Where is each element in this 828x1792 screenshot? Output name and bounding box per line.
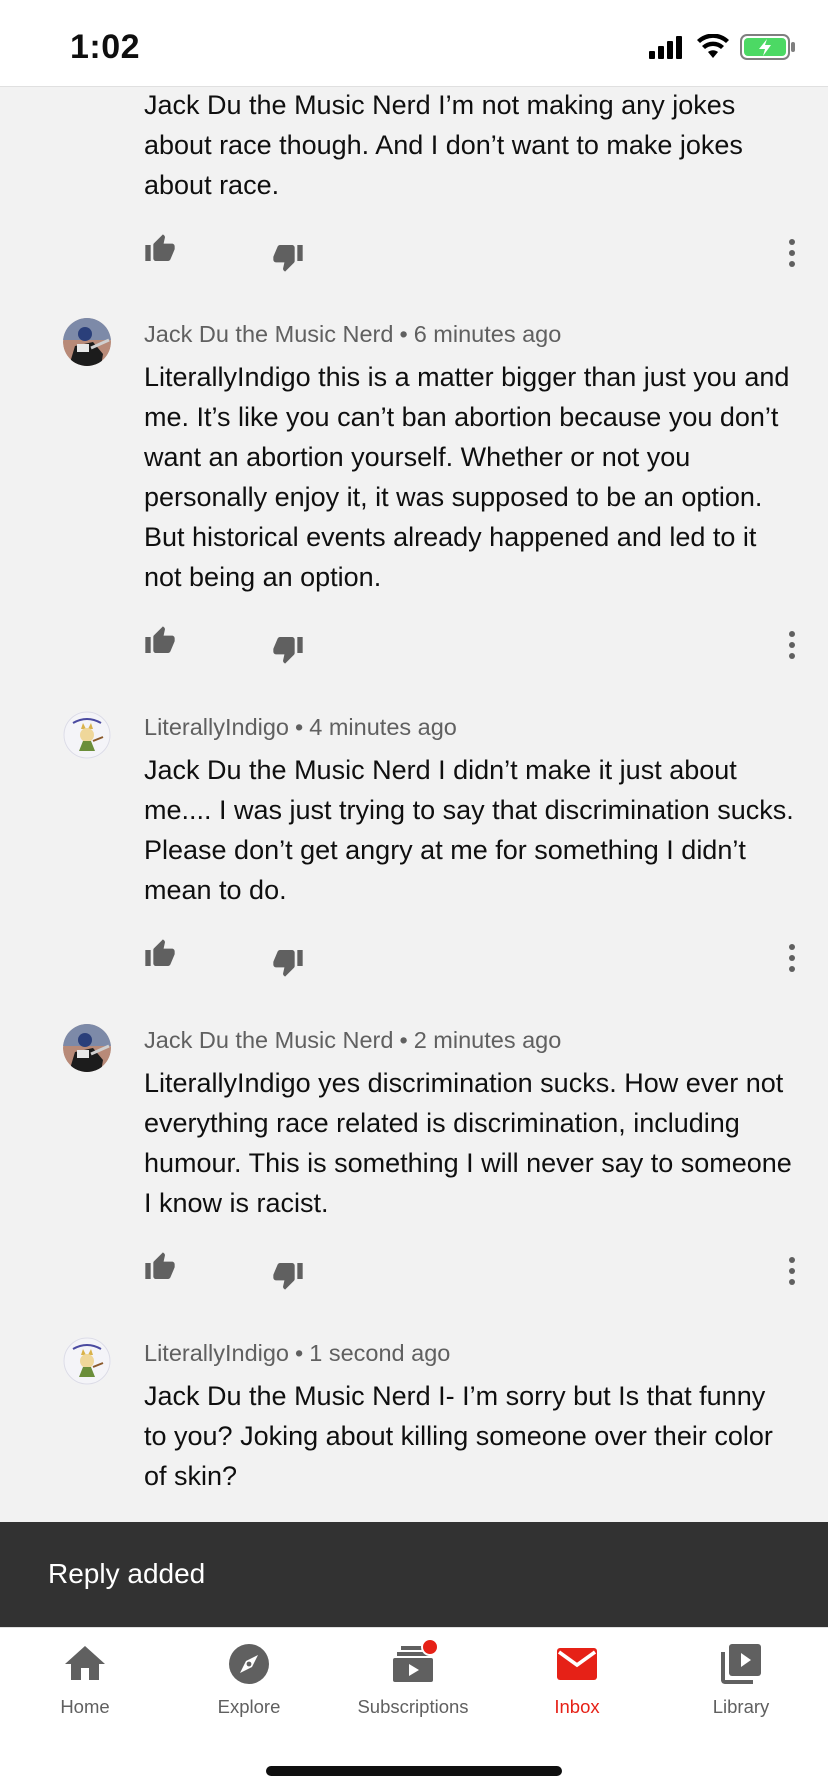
comment-time: 2 minutes ago (413, 1027, 562, 1053)
bottom-nav: Home Explore Subscriptions Inbox Library (0, 1627, 828, 1792)
nav-inbox[interactable]: Inbox (495, 1640, 659, 1740)
status-icons (648, 34, 796, 60)
nav-home[interactable]: Home (3, 1640, 167, 1740)
notification-dot (421, 1638, 439, 1656)
dislike-icon[interactable] (272, 633, 304, 665)
dislike-icon[interactable] (272, 946, 304, 978)
literallyindigo-avatar[interactable] (63, 711, 111, 759)
comment-meta: LiterallyIndigo • 4 minutes ago (144, 714, 457, 740)
more-options-icon[interactable] (778, 627, 806, 663)
comment-author[interactable]: LiterallyIndigo (144, 1340, 289, 1366)
comment-time: 1 second ago (309, 1340, 451, 1366)
more-options-icon[interactable] (778, 1253, 806, 1289)
snackbar: Reply added (0, 1522, 828, 1627)
like-icon[interactable] (144, 938, 176, 970)
nav-label: Explore (217, 1696, 281, 1717)
comment-meta: Jack Du the Music Nerd • 2 minutes ago (144, 1027, 562, 1053)
comment-actions (0, 233, 828, 273)
nav-label: Home (60, 1696, 110, 1717)
comment-text: Jack Du the Music Nerd I- I’m sorry but … (144, 1381, 773, 1491)
compass-icon (225, 1640, 273, 1688)
status-bar: 1:02 (0, 0, 828, 87)
wifi-icon (697, 34, 729, 58)
jack-du-avatar[interactable] (63, 1024, 111, 1072)
comment-author[interactable]: Jack Du the Music Nerd (144, 1027, 393, 1053)
more-options-icon[interactable] (778, 235, 806, 271)
nav-subscriptions[interactable]: Subscriptions (331, 1638, 495, 1740)
nav-label: Library (712, 1696, 770, 1717)
home-indicator (266, 1766, 562, 1776)
comment-text: LiterallyIndigo this is a matter bigger … (144, 362, 790, 592)
status-time: 1:02 (70, 28, 141, 66)
comment-actions (0, 938, 828, 978)
comment-text: Jack Du the Music Nerd I’m not making an… (144, 90, 743, 200)
dislike-icon[interactable] (272, 1259, 304, 1291)
comment-time: 6 minutes ago (413, 321, 562, 347)
screen: 1:02 Jack Du the Music Nerd I’m not maki… (0, 0, 828, 1792)
literallyindigo-avatar[interactable] (63, 1337, 111, 1385)
jack-du-avatar[interactable] (63, 318, 111, 366)
battery-icon (740, 34, 795, 60)
nav-label: Inbox (554, 1696, 600, 1717)
home-icon (61, 1640, 109, 1688)
comment-text: Jack Du the Music Nerd I didn’t make it … (144, 755, 794, 905)
nav-library[interactable]: Library (659, 1640, 823, 1740)
comment-text: LiterallyIndigo yes discrimination sucks… (144, 1068, 792, 1218)
comment-author[interactable]: Jack Du the Music Nerd (144, 321, 393, 347)
nav-label: Subscriptions (357, 1696, 469, 1717)
library-icon (717, 1640, 765, 1688)
comment-meta: LiterallyIndigo • 1 second ago (144, 1340, 451, 1366)
more-options-icon[interactable] (778, 940, 806, 976)
signal-icon (649, 36, 682, 59)
like-icon[interactable] (144, 625, 176, 657)
like-icon[interactable] (144, 1251, 176, 1283)
mail-icon (553, 1640, 601, 1688)
like-icon[interactable] (144, 233, 176, 265)
comment-author[interactable]: LiterallyIndigo (144, 714, 289, 740)
comment-time: 4 minutes ago (309, 714, 457, 740)
comment-actions (0, 625, 828, 665)
dislike-icon[interactable] (272, 241, 304, 273)
comment-actions (0, 1251, 828, 1291)
subscriptions-icon (389, 1638, 439, 1688)
nav-explore[interactable]: Explore (167, 1640, 331, 1740)
snackbar-text: Reply added (48, 1558, 206, 1589)
comment-meta: Jack Du the Music Nerd • 6 minutes ago (144, 321, 562, 347)
